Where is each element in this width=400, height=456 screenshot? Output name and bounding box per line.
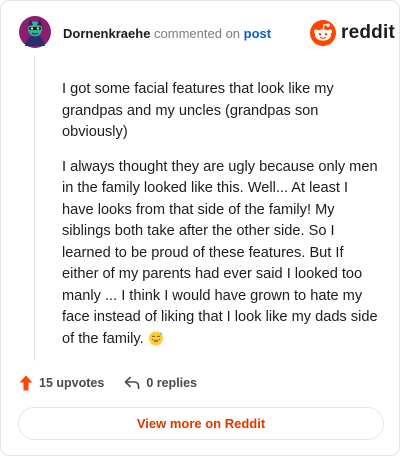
username-link[interactable]: Dornenkraehe [63, 26, 150, 41]
commented-on-text: commented on [154, 26, 241, 41]
reply-action[interactable]: 0 replies [124, 376, 197, 390]
upvote-action[interactable]: 15 upvotes [19, 375, 104, 391]
comment-embed-card: Dornenkraehe commented on post reddit I … [0, 0, 400, 456]
comment-paragraph: I got some facial features that look lik… [62, 81, 334, 140]
post-link[interactable]: post [244, 26, 271, 41]
comment-body: I got some facial features that look lik… [62, 79, 382, 363]
comment-actions: 15 upvotes 0 replies [19, 373, 197, 393]
comment-paragraph-with-emoji: I always thought they are ugly because o… [62, 157, 382, 351]
reddit-logo[interactable]: reddit [310, 20, 395, 46]
user-avatar[interactable] [19, 16, 51, 48]
view-more-on-reddit-button[interactable]: View more on Reddit [18, 407, 384, 440]
grinning-sweat-emoji [148, 331, 163, 345]
upvote-arrow-icon [19, 375, 33, 391]
upvote-count: 15 upvotes [39, 376, 105, 390]
reply-count: 0 replies [146, 376, 198, 390]
comment-header: Dornenkraehe commented on post [63, 25, 271, 42]
comment-paragraph-text: I always thought they are ugly because o… [62, 158, 378, 347]
reddit-snoo-icon [310, 20, 336, 46]
reddit-wordmark: reddit [341, 22, 395, 43]
reply-arrow-icon [125, 376, 140, 390]
thread-line [34, 56, 35, 361]
